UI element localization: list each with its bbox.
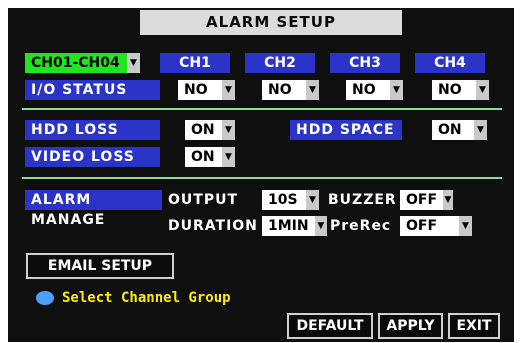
io-status-ch1-value: NO (178, 80, 222, 100)
video-loss-value: ON (185, 147, 222, 167)
prerec-value: OFF (400, 216, 459, 236)
output-label: OUTPUT (168, 192, 238, 208)
hdd-loss-select[interactable]: ON ▼ (185, 120, 235, 140)
duration-select[interactable]: 1MIN ▼ (262, 216, 327, 236)
io-status-ch3-value: NO (346, 80, 390, 100)
buzzer-select[interactable]: OFF ▼ (400, 190, 453, 210)
buzzer-value: OFF (400, 190, 444, 210)
hdd-loss-value: ON (185, 120, 222, 140)
channel-header-4: CH4 (415, 53, 485, 73)
alarm-manage-label: ALARM MANAGE (25, 190, 162, 228)
io-status-ch2-select[interactable]: NO ▼ (262, 80, 319, 100)
chevron-down-icon: ▼ (459, 216, 472, 236)
duration-label: DURATION (168, 218, 258, 234)
chevron-down-icon: ▼ (127, 53, 140, 73)
chevron-down-icon: ▼ (222, 120, 235, 140)
output-value: 10S (262, 190, 306, 210)
io-status-label: I/O STATUS (25, 80, 160, 100)
hdd-loss-label: HDD LOSS (25, 120, 160, 140)
dvr-screen: ALARM SETUP CH01-CH04 ▼ CH1 CH2 CH3 CH4 … (0, 0, 523, 343)
io-status-ch2-value: NO (262, 80, 306, 100)
chevron-down-icon: ▼ (306, 80, 319, 100)
video-loss-label: VIDEO LOSS (25, 147, 160, 167)
chevron-down-icon: ▼ (314, 216, 327, 236)
buzzer-label: BUZZER (328, 192, 397, 208)
window-title: ALARM SETUP (140, 10, 402, 35)
hdd-space-value: ON (432, 120, 474, 140)
apply-button[interactable]: APPLY (378, 313, 443, 339)
output-select[interactable]: 10S ▼ (262, 190, 319, 210)
chevron-down-icon: ▼ (390, 80, 403, 100)
channel-header-2: CH2 (245, 53, 315, 73)
hdd-space-label: HDD SPACE (290, 120, 402, 140)
divider (22, 108, 502, 110)
chevron-down-icon: ▼ (443, 190, 453, 210)
default-button[interactable]: DEFAULT (287, 313, 373, 339)
hdd-space-select[interactable]: ON ▼ (432, 120, 487, 140)
chevron-down-icon: ▼ (222, 80, 235, 100)
prerec-label: PreRec (330, 218, 392, 234)
io-status-ch3-select[interactable]: NO ▼ (346, 80, 403, 100)
duration-value: 1MIN (262, 216, 315, 236)
chevron-down-icon: ▼ (222, 147, 235, 167)
video-loss-select[interactable]: ON ▼ (185, 147, 235, 167)
chevron-down-icon: ▼ (476, 80, 489, 100)
io-status-ch1-select[interactable]: NO ▼ (178, 80, 235, 100)
status-hint: Select Channel Group (62, 290, 231, 306)
channel-header-1: CH1 (160, 53, 230, 73)
io-status-ch4-select[interactable]: NO ▼ (432, 80, 489, 100)
channel-group-select[interactable]: CH01-CH04 ▼ (25, 53, 140, 73)
channel-group-value: CH01-CH04 (25, 53, 127, 73)
channel-header-3: CH3 (330, 53, 400, 73)
chevron-down-icon: ▼ (474, 120, 487, 140)
email-setup-button[interactable]: EMAIL SETUP (26, 253, 174, 279)
chevron-down-icon: ▼ (306, 190, 319, 210)
prerec-select[interactable]: OFF ▼ (400, 216, 472, 236)
info-icon (36, 291, 54, 305)
io-status-ch4-value: NO (432, 80, 476, 100)
divider (22, 177, 502, 179)
exit-button[interactable]: EXIT (448, 313, 500, 339)
